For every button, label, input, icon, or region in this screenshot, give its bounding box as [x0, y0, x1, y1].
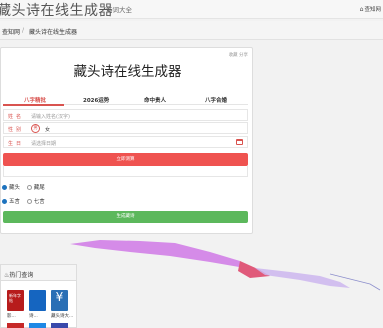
gender-male-option[interactable]: 男 — [31, 124, 40, 133]
breadcrumb-current: 藏头诗在线生成器 — [29, 29, 78, 36]
hot-item-thumb-1[interactable]: 新年字帖 — [7, 290, 24, 311]
hot-item-thumb-3[interactable]: ¥ — [51, 290, 68, 311]
name-input[interactable]: 请输入姓名(汉字) — [31, 113, 70, 120]
top-bar: 藏头诗在线生成器 诗词大全 ⌂查知网 — [0, 0, 383, 19]
position-options: 藏头 藏尾 — [2, 183, 50, 191]
length-options: 五言 七言 — [2, 197, 50, 205]
breadcrumb: 查知网 / 藏头诗在线生成器 — [0, 21, 383, 40]
home-link[interactable]: ⌂查知网 — [360, 5, 381, 13]
hot-item-caption-3[interactable]: 藏头诗大... — [51, 313, 73, 319]
option-head[interactable]: 藏头 — [2, 183, 20, 191]
birth-date-input[interactable]: 请选择日期 — [31, 140, 56, 147]
hot-item-thumb-6[interactable] — [51, 323, 68, 328]
poem-output[interactable] — [3, 166, 248, 177]
hot-thumb-1-text: 新年字帖 — [9, 293, 21, 303]
radio-tail[interactable] — [26, 185, 32, 190]
option-five[interactable]: 五言 — [2, 197, 20, 205]
radio-head[interactable] — [2, 185, 7, 190]
hot-item-thumb-2[interactable] — [29, 290, 46, 311]
tab-hehun[interactable]: 八字合婚 — [205, 96, 227, 104]
breadcrumb-home[interactable]: 查知网 — [2, 27, 20, 36]
hot-queries-title: 热门查询 — [9, 272, 34, 279]
option-tail-label: 藏尾 — [33, 185, 45, 191]
option-five-label: 五言 — [9, 199, 21, 205]
generate-button[interactable]: 生成藏诗 — [3, 211, 248, 223]
hot-queries-header: ♨热门查询 — [1, 265, 76, 281]
birth-row: 生日 请选择日期 — [3, 136, 248, 148]
birth-label: 生日 — [8, 140, 25, 147]
calculate-button[interactable]: 立即测算 — [3, 153, 248, 166]
active-tab-indicator — [3, 104, 64, 106]
radio-seven[interactable] — [26, 199, 32, 204]
home-icon: ⌂ — [359, 6, 364, 13]
home-link-label: 查知网 — [364, 7, 381, 13]
ribbon-purple — [70, 240, 245, 268]
calendar-icon[interactable] — [236, 139, 243, 145]
nav-link-poetry[interactable]: 诗词大全 — [106, 4, 132, 14]
tab-guiren[interactable]: 命中贵人 — [144, 96, 166, 104]
option-seven[interactable]: 七言 — [26, 197, 45, 205]
gender-label: 性别 — [8, 126, 25, 133]
page-title: 藏头诗在线生成器 — [73, 64, 182, 80]
ribbon-lavender — [255, 268, 350, 288]
tab-bazi[interactable]: 八字精批 — [24, 96, 46, 104]
option-seven-label: 七言 — [33, 199, 45, 205]
card-actions[interactable]: 收藏 分享 — [229, 52, 248, 58]
option-tail[interactable]: 藏尾 — [26, 183, 45, 191]
gender-female-option[interactable]: 女 — [45, 126, 50, 133]
hot-item-caption-2[interactable]: 诗... — [29, 313, 38, 319]
hot-item-thumb-5[interactable] — [29, 323, 46, 328]
tab-2026[interactable]: 2026运势 — [83, 96, 109, 104]
hot-item-caption-1[interactable]: 影... — [7, 313, 16, 319]
name-row: 姓名 请输入姓名(汉字) — [3, 109, 248, 121]
breadcrumb-separator: / — [22, 27, 25, 34]
option-head-label: 藏头 — [9, 185, 21, 191]
gender-row: 性别 男 女 — [3, 122, 248, 134]
site-title[interactable]: 藏头诗在线生成器 — [0, 0, 113, 20]
radio-five[interactable] — [2, 199, 7, 204]
hot-item-thumb-4[interactable] — [7, 323, 24, 328]
name-label: 姓名 — [8, 113, 25, 120]
